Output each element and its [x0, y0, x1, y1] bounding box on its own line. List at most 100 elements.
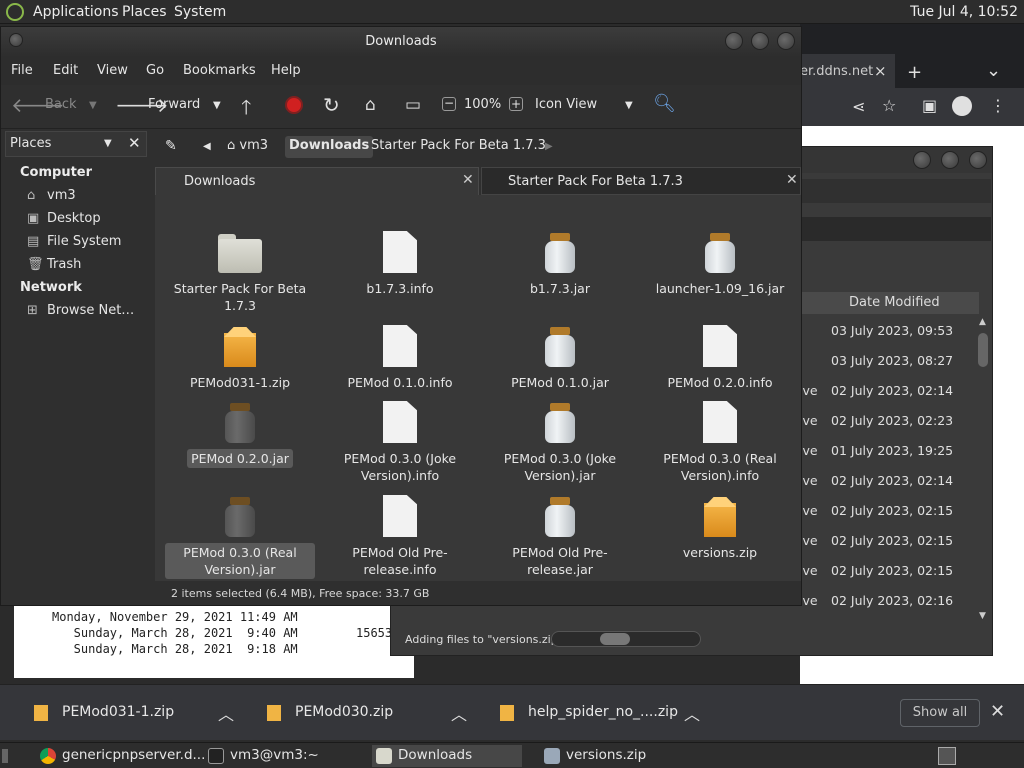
chrome-tab[interactable]: er.ddns.net × — [800, 54, 895, 88]
breadcrumb-vm3[interactable]: ⌂ vm3 — [223, 136, 272, 158]
chrome-menu-icon[interactable]: ⋮ — [990, 96, 1006, 115]
zoom-out-icon[interactable]: − — [442, 97, 456, 111]
workspace-switcher-icon[interactable] — [934, 745, 960, 767]
file-item[interactable]: PEMod Old Pre-release.jar — [485, 495, 635, 579]
forward-button[interactable]: Forward — [148, 97, 200, 112]
download-item[interactable]: help_spider_no_....zip ︿ — [466, 685, 700, 741]
side-panel-icon[interactable]: ▣ — [922, 96, 937, 115]
panel-menu-system[interactable]: System — [174, 4, 226, 20]
panel-menu-places[interactable]: Places — [122, 4, 167, 20]
file-item[interactable]: PEMod 0.3.0 (Joke Version).info — [325, 401, 475, 485]
file-item[interactable]: PEMod Old Pre-release.info — [325, 495, 475, 579]
archive-row-date[interactable]: 02 July 2023, 02:15 — [831, 503, 971, 518]
chevron-up-icon[interactable]: ︿ — [218, 701, 234, 725]
sidebar-item-file-system[interactable]: ▤ File System — [27, 234, 121, 249]
new-tab-icon[interactable]: + — [907, 62, 922, 83]
file-item[interactable]: launcher-1.09_16.jar — [645, 231, 795, 298]
archive-row-date[interactable]: 01 July 2023, 19:25 — [831, 443, 971, 458]
scrollbar-thumb[interactable] — [978, 333, 988, 367]
taskbar-item-chrome[interactable]: genericpnpserver.d... — [36, 745, 205, 767]
file-item[interactable]: b1.7.3.jar — [485, 231, 635, 298]
up-arrow-icon[interactable]: 🡑 — [241, 93, 251, 127]
file-item[interactable]: b1.7.3.info — [325, 231, 475, 298]
archive-row-date[interactable]: 02 July 2023, 02:14 — [831, 473, 971, 488]
chevron-up-icon[interactable]: ︿ — [684, 701, 700, 725]
search-icon[interactable]: 🔍︎ — [653, 93, 676, 114]
maximize-icon[interactable] — [941, 151, 959, 169]
minimize-icon[interactable] — [913, 151, 931, 169]
clock[interactable]: Tue Jul 4, 10:52 — [910, 4, 1018, 20]
scroll-down-icon[interactable]: ▼ — [979, 611, 986, 621]
file-item[interactable]: PEMod 0.2.0.info — [645, 325, 795, 392]
download-item[interactable]: PEMod030.zip ︿ — [233, 685, 467, 741]
archive-row-date[interactable]: 02 July 2023, 02:15 — [831, 563, 971, 578]
minimize-icon[interactable] — [725, 32, 743, 50]
sidebar-item-trash[interactable]: 🗑︎ Trash — [27, 257, 81, 272]
breadcrumb-left-icon[interactable]: ◀ — [199, 139, 215, 161]
fm-titlebar[interactable]: Downloads — [1, 27, 801, 57]
archive-row-date[interactable]: 02 July 2023, 02:14 — [831, 383, 971, 398]
archive-row-date[interactable]: 03 July 2023, 09:53 — [831, 323, 971, 338]
system-logo-icon[interactable] — [6, 3, 24, 21]
file-item[interactable]: PEMod 0.1.0.jar — [485, 325, 635, 392]
tab-starter-pack[interactable]: Starter Pack For Beta 1.7.3 ✕ — [481, 167, 801, 195]
menu-help[interactable]: Help — [271, 63, 301, 78]
archive-scrollbar[interactable]: ▲ ▼ — [976, 315, 990, 625]
file-item[interactable]: Starter Pack For Beta 1.7.3 — [165, 231, 315, 315]
breadcrumb-downloads[interactable]: Downloads — [285, 136, 374, 158]
view-mode-select[interactable]: Icon View — [535, 97, 597, 112]
reload-icon[interactable]: ↻ — [323, 93, 340, 117]
archive-row-date[interactable]: 02 July 2023, 02:23 — [831, 413, 971, 428]
chevron-up-icon[interactable]: ︿ — [451, 701, 467, 725]
download-item[interactable]: PEMod031-1.zip ︿ — [0, 685, 234, 741]
menu-edit[interactable]: Edit — [53, 63, 78, 78]
taskbar-item-archive[interactable]: versions.zip — [540, 745, 690, 767]
file-item[interactable]: PEMod 0.1.0.info — [325, 325, 475, 392]
tab-list-icon[interactable]: ⌄ — [986, 60, 1001, 81]
close-icon[interactable] — [969, 151, 987, 169]
sidebar-item-vm3[interactable]: ⌂ vm3 — [27, 188, 76, 203]
file-item[interactable]: PEMod 0.3.0 (Real Version).jar — [165, 495, 315, 579]
breadcrumb-starter-pack[interactable]: Starter Pack For Beta 1.7.3 — [367, 136, 550, 158]
archive-row-date[interactable]: 02 July 2023, 02:16 — [831, 593, 971, 608]
scroll-up-icon[interactable]: ▲ — [979, 317, 986, 327]
bookmark-star-icon[interactable]: ☆ — [882, 96, 896, 115]
tab-downloads[interactable]: Downloads ✕ — [155, 167, 479, 195]
chrome-tab-close-icon[interactable]: × — [874, 62, 887, 80]
tab-close-icon[interactable]: ✕ — [786, 172, 798, 188]
file-item[interactable]: versions.zip — [645, 495, 795, 562]
computer-icon[interactable]: ▭ — [405, 95, 421, 115]
menu-go[interactable]: Go — [146, 63, 164, 78]
archive-row-date[interactable]: 02 July 2023, 02:15 — [831, 533, 971, 548]
menu-bookmarks[interactable]: Bookmarks — [183, 63, 256, 78]
file-item[interactable]: PEMod 0.3.0 (Joke Version).jar — [485, 401, 635, 485]
menu-file[interactable]: File — [11, 63, 33, 78]
forward-history-chevron-icon[interactable]: ▼ — [213, 100, 221, 111]
view-mode-chevron-icon[interactable]: ▼ — [625, 100, 633, 111]
sidebar-item-browse-network[interactable]: ⊞ Browse Net… — [27, 303, 134, 318]
maximize-icon[interactable] — [751, 32, 769, 50]
panel-menu-applications[interactable]: Applications — [33, 4, 119, 20]
close-icon[interactable] — [777, 32, 795, 50]
archive-row-date[interactable]: 03 July 2023, 08:27 — [831, 353, 971, 368]
back-history-chevron-icon[interactable]: ▼ — [89, 100, 97, 111]
sidebar-select[interactable]: Places — [10, 136, 51, 151]
edit-location-icon[interactable]: ✎ — [161, 136, 181, 158]
zoom-in-icon[interactable]: + — [509, 97, 523, 111]
taskbar-item-terminal[interactable]: vm3@vm3:~ — [204, 745, 364, 767]
share-icon[interactable]: ⋖ — [852, 97, 865, 116]
sidebar-item-desktop[interactable]: ▣ Desktop — [27, 211, 101, 226]
sidebar-select-chevron-icon[interactable]: ▼ — [104, 138, 112, 149]
profile-avatar-icon[interactable] — [952, 96, 972, 116]
taskbar-item-downloads[interactable]: Downloads — [372, 745, 522, 767]
menu-view[interactable]: View — [97, 63, 128, 78]
file-item[interactable]: PEMod 0.3.0 (Real Version).info — [645, 401, 795, 485]
tab-close-icon[interactable]: ✕ — [462, 172, 474, 188]
date-modified-column-header[interactable]: Date Modified — [801, 292, 979, 314]
close-downloads-icon[interactable]: ✕ — [990, 701, 1005, 722]
sidebar-close-icon[interactable]: ✕ — [128, 134, 141, 152]
back-button[interactable]: Back — [45, 97, 77, 112]
show-desktop-icon[interactable] — [0, 745, 10, 767]
file-item[interactable]: PEMod031-1.zip — [165, 325, 315, 392]
home-icon[interactable]: ⌂ — [365, 95, 376, 115]
